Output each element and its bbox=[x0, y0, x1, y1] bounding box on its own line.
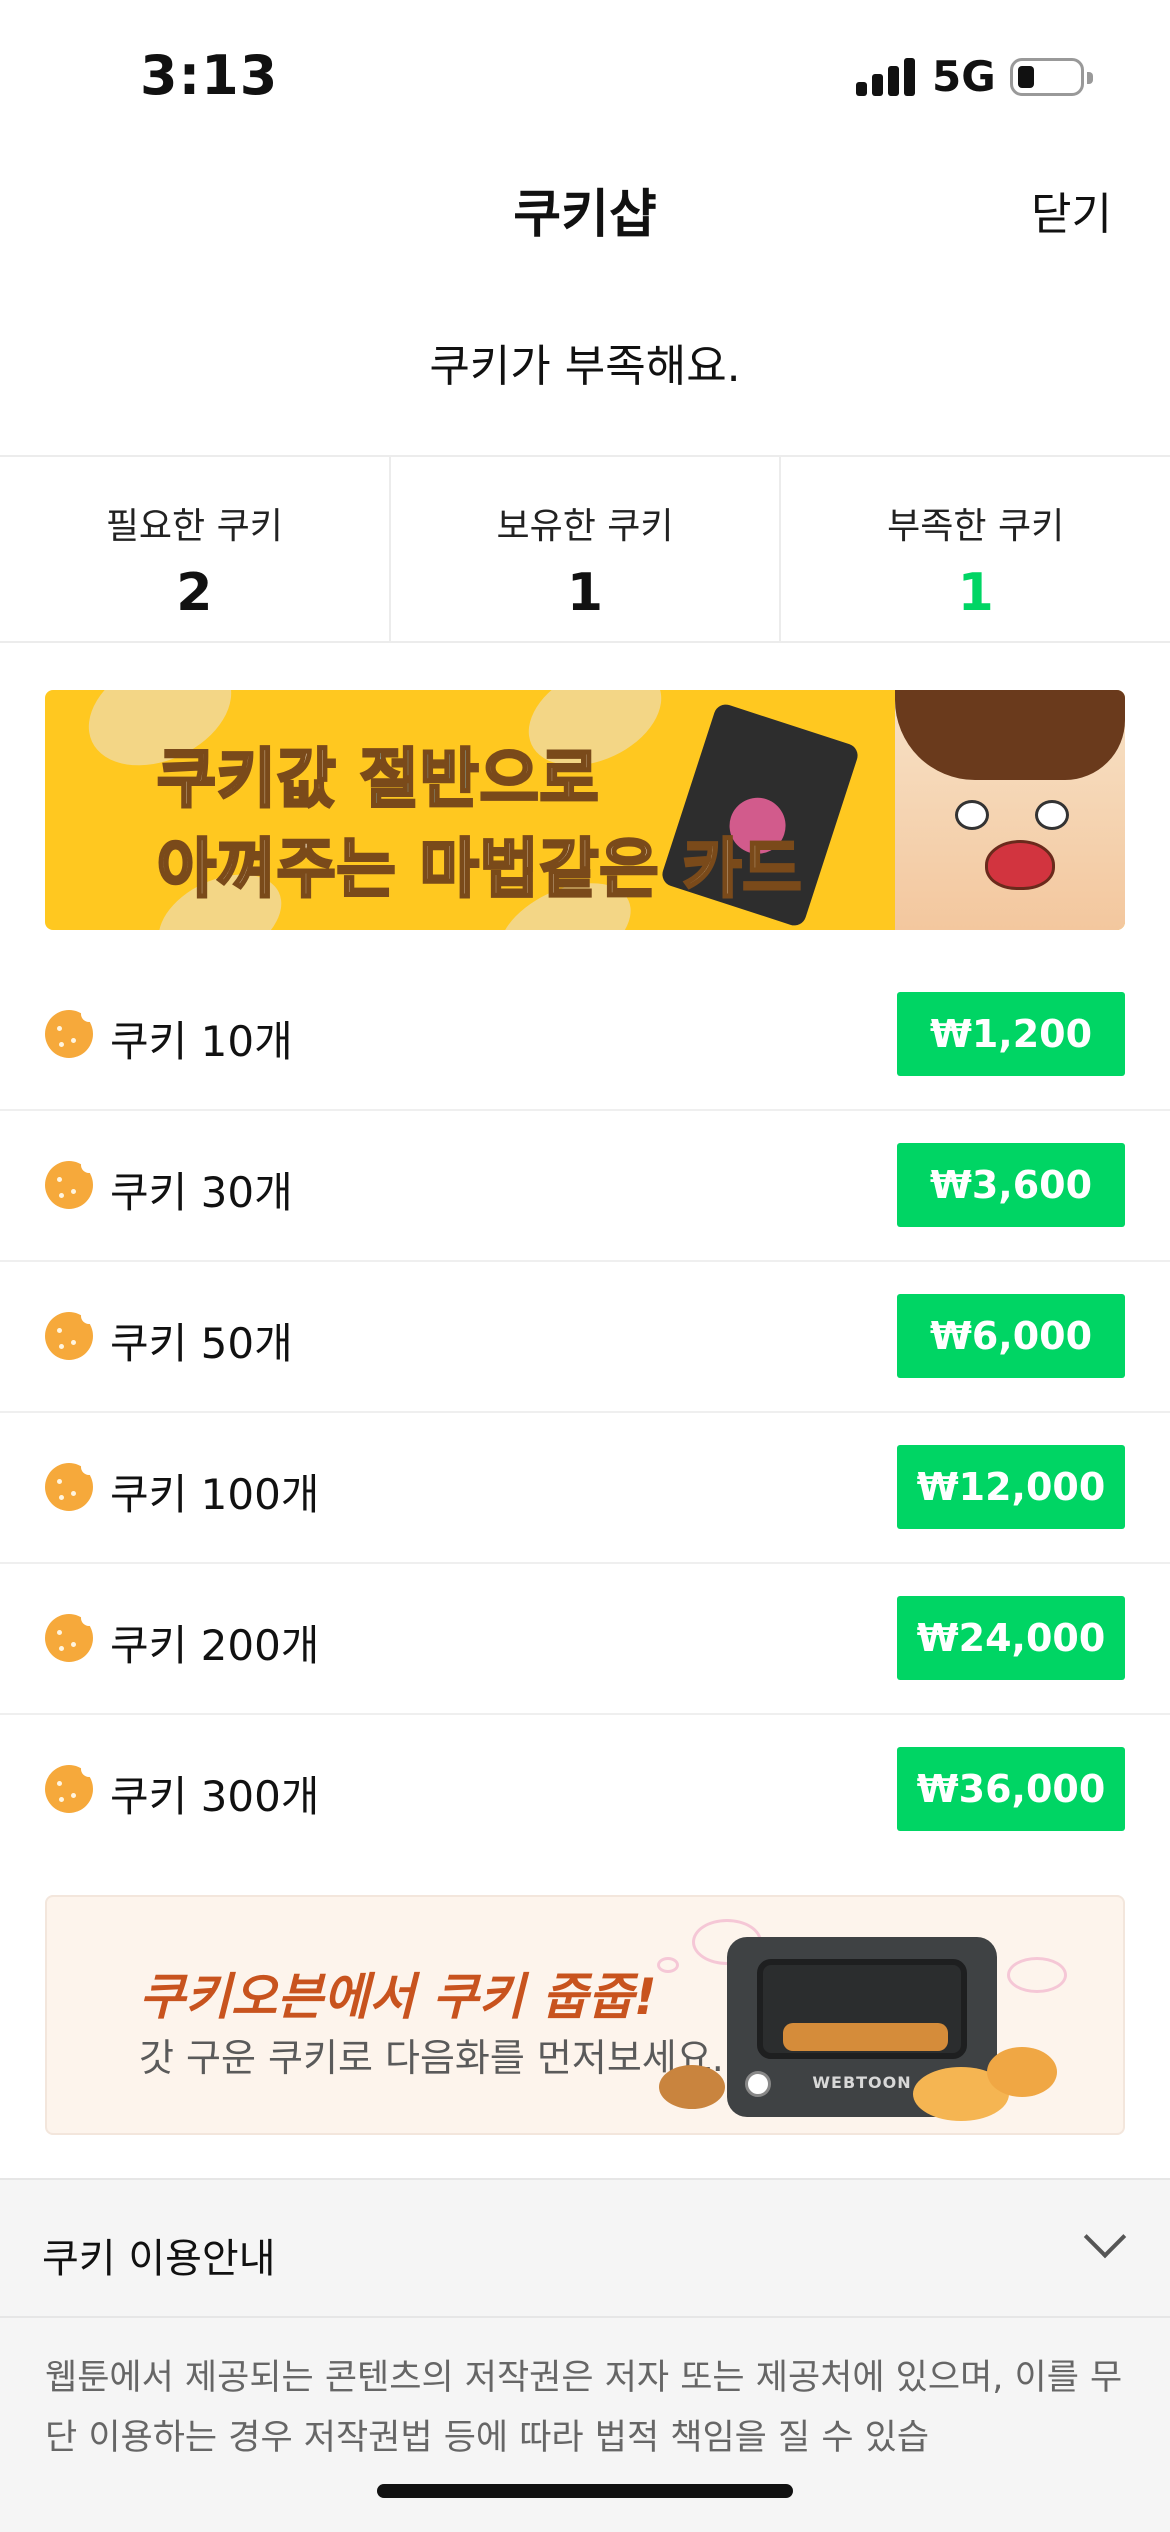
chevron-down-icon bbox=[1083, 2215, 1127, 2259]
steam-decoration bbox=[657, 1957, 679, 1973]
buy-button[interactable]: ₩24,000 bbox=[897, 1596, 1125, 1680]
cookie-item-label: 쿠키 30개 bbox=[110, 1168, 293, 1217]
shortage-notice: 쿠키가 부족해요. bbox=[429, 341, 741, 392]
cookie-decoration bbox=[659, 2065, 725, 2109]
buy-button[interactable]: ₩1,200 bbox=[897, 992, 1125, 1076]
banner-line-1: 쿠키값 절반으로 bbox=[156, 742, 600, 819]
stat-label: 필요한 쿠키 bbox=[105, 506, 283, 547]
character-illustration bbox=[895, 690, 1125, 930]
list-item: 쿠키 300개 ₩36,000 bbox=[0, 1715, 1170, 1866]
usage-guide-section: 쿠키 이용안내 웹툰에서 제공되는 콘텐츠의 저작권은 저자 또는 제공처에 있… bbox=[0, 2178, 1170, 2532]
cookie-icon bbox=[45, 1006, 97, 1058]
cookie-item-label: 쿠키 200개 bbox=[110, 1621, 320, 1670]
stat-value: 1 bbox=[566, 563, 604, 623]
stat-value: 1 bbox=[957, 563, 994, 623]
cookie-item-label: 쿠키 50개 bbox=[110, 1319, 293, 1368]
list-item: 쿠키 30개 ₩3,600 bbox=[0, 1111, 1170, 1262]
cookie-icon bbox=[45, 1761, 97, 1813]
stat-owned: 보유한 쿠키 1 bbox=[391, 457, 782, 641]
oven-banner-subtitle: 갓 구운 쿠키로 다음화를 먼저보세요. bbox=[139, 2036, 724, 2080]
buy-button[interactable]: ₩6,000 bbox=[897, 1294, 1125, 1378]
home-indicator[interactable] bbox=[377, 2484, 793, 2498]
cookie-icon bbox=[45, 1308, 97, 1360]
stat-label: 부족한 쿠키 bbox=[887, 506, 1065, 547]
list-item: 쿠키 200개 ₩24,000 bbox=[0, 1564, 1170, 1715]
cookie-product-list: 쿠키 10개 ₩1,200 쿠키 30개 ₩3,600 쿠키 50개 ₩6,00… bbox=[0, 960, 1170, 1866]
buy-button[interactable]: ₩3,600 bbox=[897, 1143, 1125, 1227]
cookie-item-label: 쿠키 300개 bbox=[110, 1772, 320, 1821]
cookie-icon bbox=[45, 1459, 97, 1511]
buy-button[interactable]: ₩12,000 bbox=[897, 1445, 1125, 1529]
cookie-item-label: 쿠키 10개 bbox=[110, 1017, 293, 1066]
stat-lacking: 부족한 쿠키 1 bbox=[781, 457, 1170, 641]
usage-guide-text: 웹툰에서 제공되는 콘텐츠의 저작권은 저자 또는 제공처에 있으며, 이를 무… bbox=[45, 2358, 1123, 2452]
network-label: 5G bbox=[932, 52, 996, 101]
cookie-oven-banner[interactable]: 쿠키오븐에서 쿠키 줍줍! 갓 구운 쿠키로 다음화를 먼저보세요. WEBTO… bbox=[45, 1895, 1125, 2135]
list-item: 쿠키 50개 ₩6,000 bbox=[0, 1262, 1170, 1413]
banner-line-2: 아껴주는 마법같은 카드 bbox=[155, 832, 803, 909]
steam-decoration bbox=[1007, 1957, 1067, 1993]
stat-label: 보유한 쿠키 bbox=[496, 506, 674, 547]
usage-guide-title: 쿠키 이용안내 bbox=[42, 2236, 276, 2282]
buy-button[interactable]: ₩36,000 bbox=[897, 1747, 1125, 1831]
cookie-icon bbox=[45, 1157, 97, 1209]
cookie-item-label: 쿠키 100개 bbox=[110, 1470, 320, 1519]
usage-guide-toggle[interactable]: 쿠키 이용안내 bbox=[0, 2180, 1170, 2318]
battery-icon bbox=[1010, 58, 1093, 96]
cookie-decoration bbox=[987, 2047, 1057, 2097]
oven-banner-title: 쿠키오븐에서 쿠키 줍줍! bbox=[139, 1968, 657, 2026]
cookie-icon bbox=[45, 1610, 97, 1662]
status-time: 3:13 bbox=[140, 44, 279, 107]
header: 쿠키샵 닫기 bbox=[0, 150, 1170, 260]
stat-required: 필요한 쿠키 2 bbox=[0, 457, 391, 641]
page-title: 쿠키샵 bbox=[513, 185, 657, 245]
close-button[interactable]: 닫기 bbox=[1031, 178, 1112, 242]
status-bar: 3:13 5G bbox=[0, 0, 1170, 150]
cookie-stats: 필요한 쿠키 2 보유한 쿠키 1 부족한 쿠키 1 bbox=[0, 455, 1170, 643]
list-item: 쿠키 10개 ₩1,200 bbox=[0, 960, 1170, 1111]
card-promo-banner[interactable]: 쿠키값 절반으로 아껴주는 마법같은 카드 bbox=[45, 690, 1125, 930]
signal-icon bbox=[856, 58, 916, 96]
list-item: 쿠키 100개 ₩12,000 bbox=[0, 1413, 1170, 1564]
stat-value: 2 bbox=[176, 563, 213, 623]
